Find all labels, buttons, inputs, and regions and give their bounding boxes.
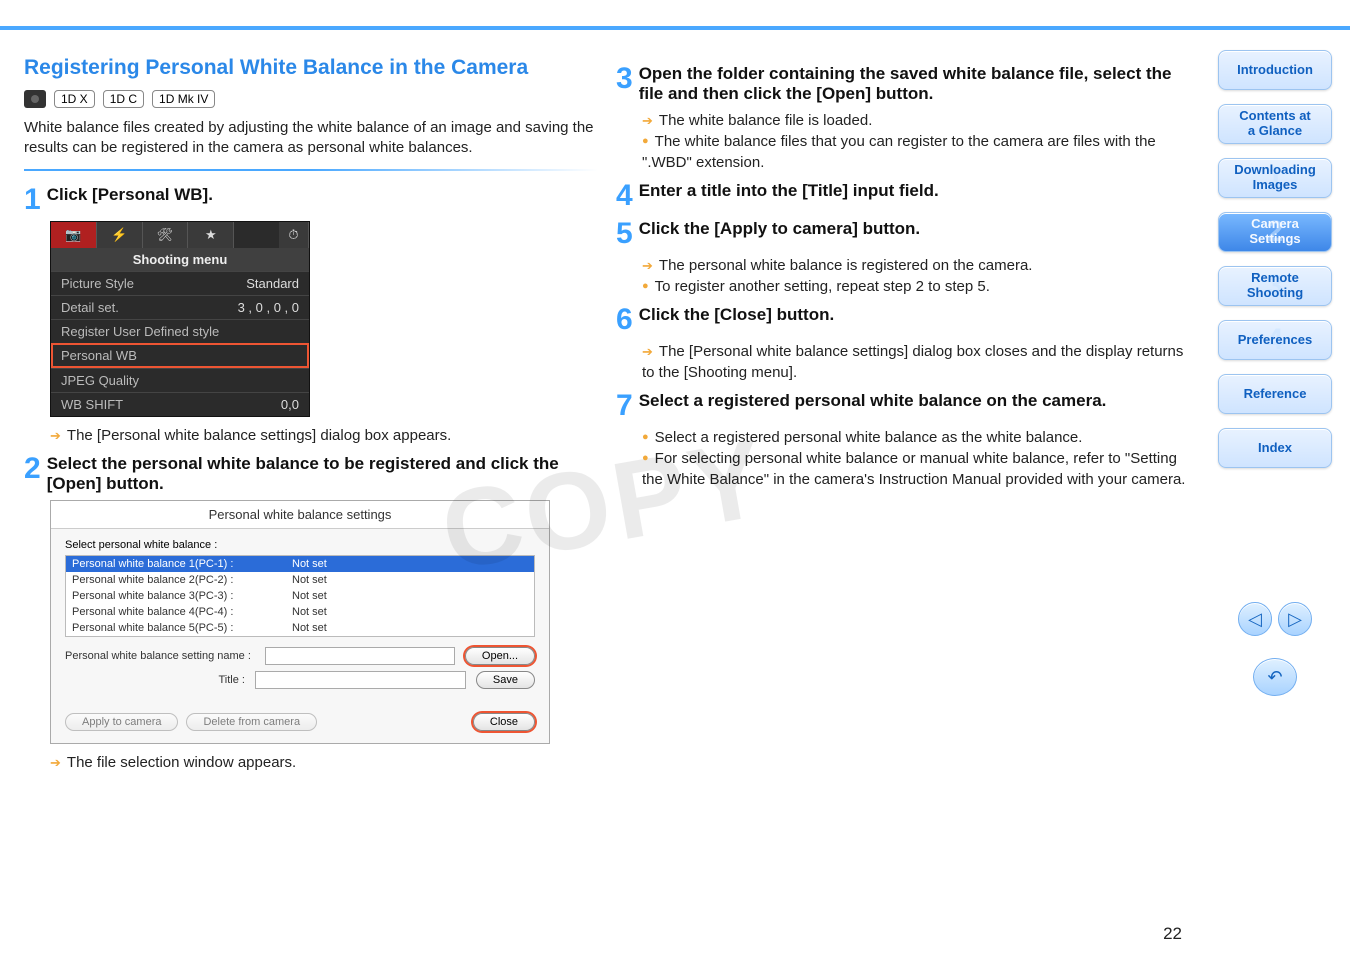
step-number: 6: [616, 305, 633, 335]
step-title: Select a registered personal white balan…: [639, 391, 1107, 410]
step-2-result: The file selection window appears.: [50, 752, 598, 773]
save-button[interactable]: Save: [476, 671, 535, 689]
step-title: Click the [Apply to camera] button.: [639, 219, 920, 238]
menu-tab-timer-icon: ⏱: [279, 222, 309, 248]
step-sub: To register another setting, repeat step…: [642, 276, 1190, 297]
menu-row-personal-wb: Personal WB: [51, 343, 309, 368]
nav-label: Contents ata Glance: [1239, 109, 1311, 139]
pwb-dialog-screenshot: Personal white balance settings Select p…: [50, 500, 550, 744]
nav-introduction[interactable]: Introduction: [1218, 50, 1332, 90]
dialog-list-label: Select personal white balance :: [65, 539, 535, 551]
delete-from-camera-button[interactable]: Delete from camera: [186, 713, 317, 731]
nav-remote-shooting[interactable]: 3RemoteShooting: [1218, 266, 1332, 306]
page-number: 22: [1163, 924, 1182, 944]
camera-icon: [24, 90, 46, 108]
step-sub: Select a registered personal white balan…: [642, 427, 1190, 448]
step-3: 3Open the folder containing the saved wh…: [616, 64, 1190, 104]
step-1: 1 Click [Personal WB].: [24, 185, 598, 215]
step-number: 5: [616, 219, 633, 249]
shooting-menu-header: Shooting menu: [51, 248, 309, 271]
open-button[interactable]: Open...: [465, 647, 535, 665]
step-6: 6 Click the [Close] button.: [616, 305, 1190, 335]
menu-tab-camera-icon: 📷: [51, 222, 97, 248]
nav-label: Reference: [1244, 387, 1307, 402]
nav-preferences[interactable]: 4Preferences: [1218, 320, 1332, 360]
step-sub: The white balance files that you can reg…: [642, 131, 1190, 173]
nav-label: RemoteShooting: [1247, 271, 1303, 301]
camera-badges-row: 1D X 1D C 1D Mk IV: [24, 90, 598, 108]
shooting-menu-screenshot: 📷 ⚡ 🛠 ★ ⏱ Shooting menu Picture StyleSta…: [50, 221, 310, 417]
section-title: Registering Personal White Balance in th…: [24, 56, 598, 80]
title-label: Title :: [65, 674, 245, 686]
step-sub: The white balance file is loaded.: [642, 110, 1190, 131]
divider: [24, 169, 598, 171]
step-number: 3: [616, 64, 633, 94]
camera-badge: 1D X: [54, 90, 95, 108]
camera-badge: 1D C: [103, 90, 144, 108]
nav-label: Index: [1258, 441, 1292, 456]
nav-label: Introduction: [1237, 63, 1313, 78]
apply-to-camera-button[interactable]: Apply to camera: [65, 713, 178, 731]
nav-downloading-images[interactable]: 1DownloadingImages: [1218, 158, 1332, 198]
name-input[interactable]: [265, 647, 455, 665]
camera-badge: 1D Mk IV: [152, 90, 215, 108]
dialog-list: Personal white balance 1(PC-1) :Not set …: [65, 555, 535, 637]
step-number: 7: [616, 391, 633, 421]
list-item: Personal white balance 5(PC-5) :Not set: [66, 620, 534, 636]
step-2: 2 Select the personal white balance to b…: [24, 454, 598, 494]
menu-row: JPEG Quality: [51, 368, 309, 392]
menu-row: WB SHIFT0,0: [51, 392, 309, 416]
close-button[interactable]: Close: [473, 713, 535, 731]
menu-tab-tools-icon: 🛠: [143, 222, 189, 248]
step-number: 2: [24, 454, 41, 484]
step-title: Select the personal white balance to be …: [47, 454, 559, 493]
list-item: Personal white balance 2(PC-2) :Not set: [66, 572, 534, 588]
step-4: 4 Enter a title into the [Title] input fi…: [616, 181, 1190, 211]
list-item: Personal white balance 3(PC-3) :Not set: [66, 588, 534, 604]
intro-text: White balance files created by adjusting…: [24, 118, 598, 159]
next-page-button[interactable]: ▷: [1278, 602, 1312, 636]
list-item: Personal white balance 1(PC-1) :Not set: [66, 556, 534, 572]
step-number: 1: [24, 185, 41, 215]
nav-label: CameraSettings: [1249, 217, 1300, 247]
sidebar-nav: Introduction Contents ata Glance 1Download…: [1210, 30, 1350, 954]
menu-tab-spacer: [234, 222, 279, 248]
step-title: Enter a title into the [Title] input fie…: [639, 181, 939, 200]
menu-row: Detail set.3 , 0 , 0 , 0: [51, 295, 309, 319]
name-label: Personal white balance setting name :: [65, 650, 255, 662]
step-title: Click [Personal WB].: [47, 185, 213, 204]
menu-row: Picture StyleStandard: [51, 271, 309, 295]
step-sub: For selecting personal white balance or …: [642, 448, 1190, 490]
title-input[interactable]: [255, 671, 466, 689]
step-5: 5 Click the [Apply to camera] button.: [616, 219, 1190, 249]
nav-index[interactable]: Index: [1218, 428, 1332, 468]
step-title: Click the [Close] button.: [639, 305, 835, 324]
nav-reference[interactable]: Reference: [1218, 374, 1332, 414]
list-item: Personal white balance 4(PC-4) :Not set: [66, 604, 534, 620]
nav-camera-settings[interactable]: 2CameraSettings: [1218, 212, 1332, 252]
nav-contents-at-a-glance[interactable]: Contents ata Glance: [1218, 104, 1332, 144]
step-sub: The [Personal white balance settings] di…: [642, 341, 1190, 383]
step-1-result: The [Personal white balance settings] di…: [50, 425, 598, 446]
step-sub: The personal white balance is registered…: [642, 255, 1190, 276]
dialog-title: Personal white balance settings: [51, 501, 549, 529]
step-title: Open the folder containing the saved whi…: [639, 64, 1172, 103]
menu-tab-star-icon: ★: [188, 222, 234, 248]
menu-tab-flash-icon: ⚡: [97, 222, 143, 248]
prev-page-button[interactable]: ◁: [1238, 602, 1272, 636]
nav-label: DownloadingImages: [1234, 163, 1316, 193]
step-7: 7 Select a registered personal white bala…: [616, 391, 1190, 421]
step-number: 4: [616, 181, 633, 211]
menu-row: Register User Defined style: [51, 319, 309, 343]
back-button[interactable]: ↶: [1253, 658, 1297, 696]
nav-label: Preferences: [1238, 333, 1312, 348]
